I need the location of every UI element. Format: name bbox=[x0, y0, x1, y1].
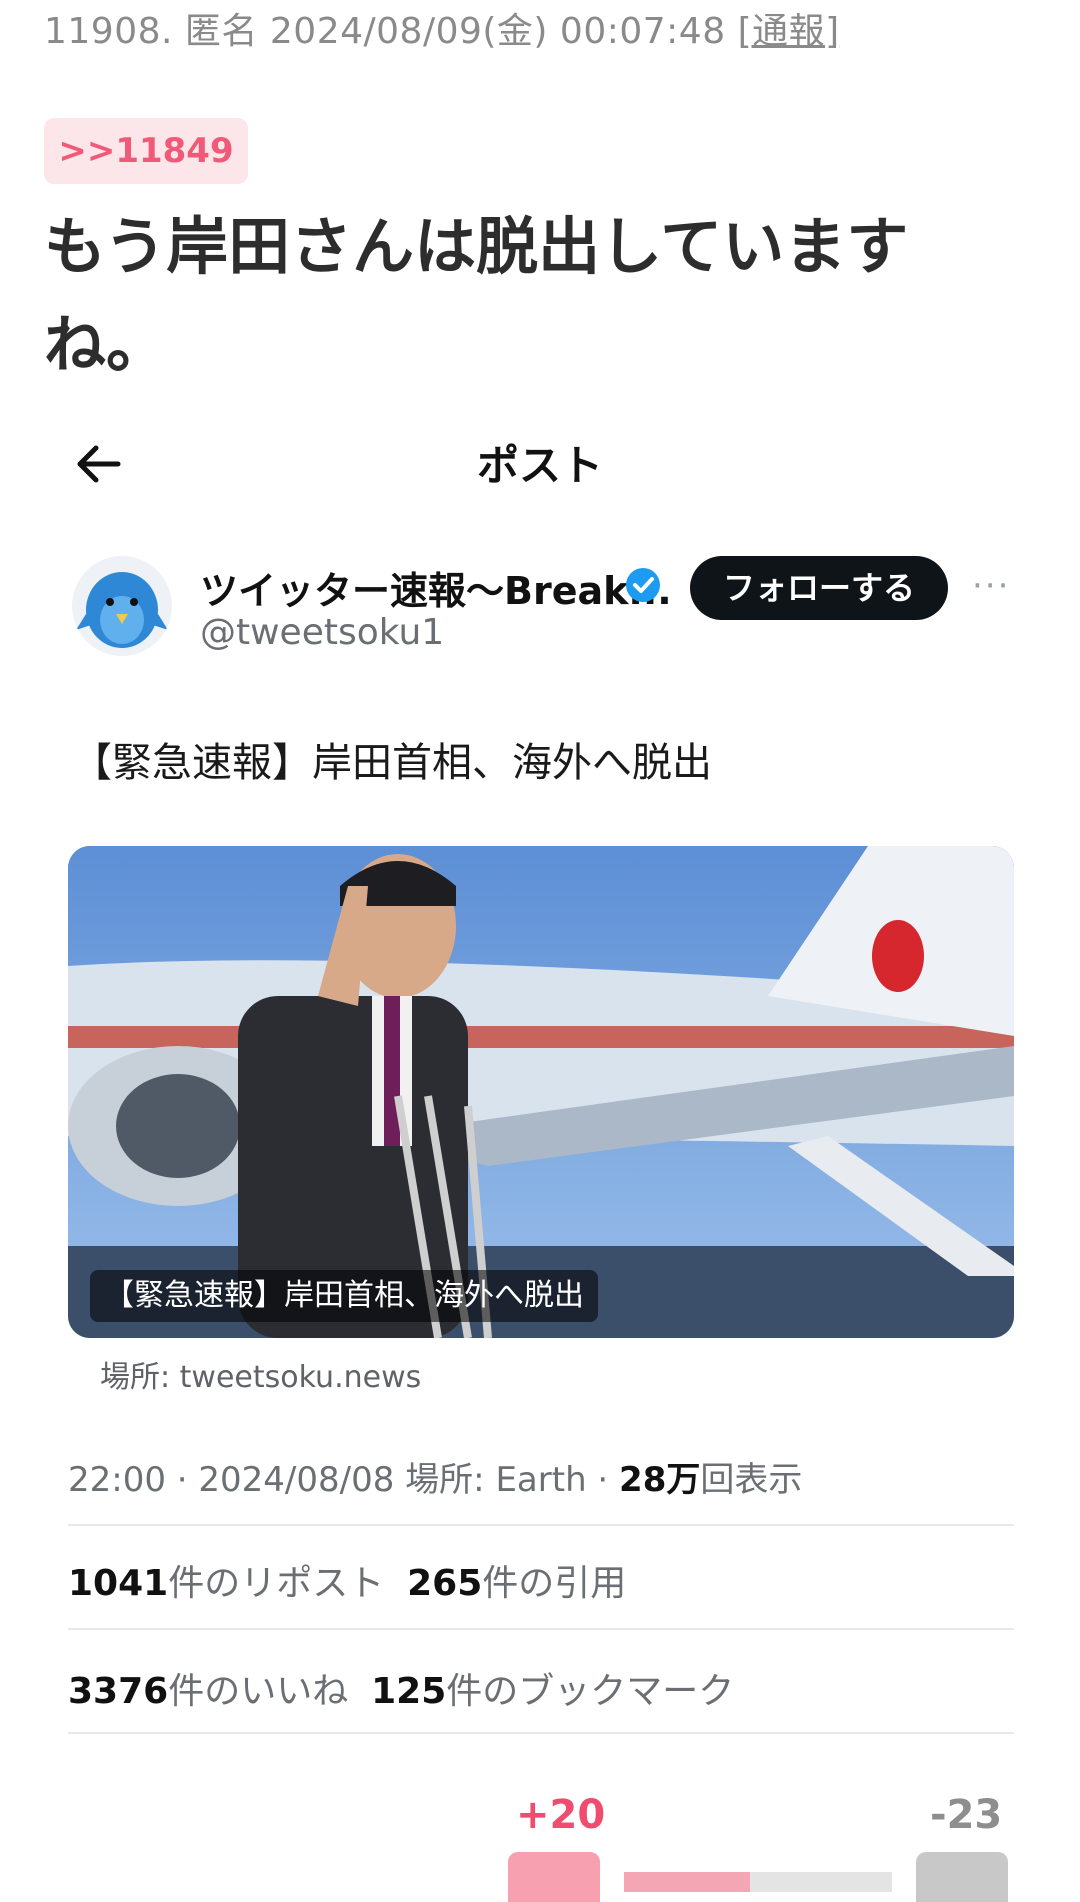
media-caption: 【緊急速報】岸田首相、海外へ脱出 bbox=[90, 1270, 598, 1322]
likes-count: 3376 bbox=[68, 1671, 169, 1712]
comment-author: 匿名 bbox=[184, 11, 258, 52]
minus-vote-count: -23 bbox=[930, 1792, 1003, 1838]
minus-vote-button[interactable] bbox=[916, 1852, 1008, 1902]
vote-ratio-bar bbox=[624, 1872, 892, 1892]
reposts-label: 件のリポスト bbox=[168, 1563, 385, 1604]
tweet-media-image: 【緊急速報】岸田首相、海外へ脱出 bbox=[68, 846, 1014, 1338]
follow-button[interactable]: フォローする bbox=[690, 556, 948, 620]
views-label: 回表示 bbox=[700, 1460, 803, 1500]
reply-anchor-link[interactable]: >>11849 bbox=[44, 118, 248, 184]
plus-vote-button[interactable] bbox=[508, 1852, 600, 1902]
vote-ratio-fill bbox=[624, 1872, 750, 1892]
media-source: 場所: tweetsoku.news bbox=[100, 1360, 422, 1395]
post-timestamp-views: 22:00 · 2024/08/08 場所: Earth · 28万回表示 bbox=[68, 1452, 802, 1501]
report-link[interactable]: [通報] bbox=[738, 11, 840, 52]
likes-label: 件のいいね bbox=[168, 1671, 349, 1712]
verified-badge-icon bbox=[626, 568, 660, 602]
comment-number: 11908. bbox=[44, 11, 173, 52]
comment-datetime: 2024/08/09(金) 00:07:48 bbox=[269, 11, 726, 52]
post-timestamp: 22:00 · 2024/08/08 場所: Earth · bbox=[68, 1460, 620, 1500]
quotes-count: 265 bbox=[407, 1563, 483, 1604]
bookmarks-count: 125 bbox=[371, 1671, 447, 1712]
like-bookmark-stats: 3376件のいいね 125件のブックマーク bbox=[68, 1662, 734, 1714]
reposts-count: 1041 bbox=[68, 1563, 169, 1604]
post-header-title: ポスト bbox=[476, 441, 603, 490]
account-handle: @tweetsoku1 bbox=[200, 612, 445, 653]
airport-photo-image bbox=[68, 846, 1014, 1338]
bookmarks-label: 件のブックマーク bbox=[446, 1671, 735, 1712]
views-count: 28万 bbox=[619, 1460, 701, 1500]
plus-vote-count: +20 bbox=[516, 1792, 606, 1838]
comment-meta: 11908. 匿名 2024/08/09(金) 00:07:48 [通報] bbox=[44, 2, 840, 54]
quotes-label: 件の引用 bbox=[482, 1563, 627, 1604]
more-options-icon: ··· bbox=[972, 566, 1011, 606]
divider bbox=[68, 1628, 1014, 1630]
repost-quote-stats: 1041件のリポスト 265件の引用 bbox=[68, 1554, 626, 1606]
avatar bbox=[72, 556, 172, 656]
divider bbox=[68, 1524, 1014, 1526]
account-name: ツイッター速報〜Break... bbox=[200, 569, 672, 613]
bird-avatar-icon bbox=[76, 572, 168, 648]
comment-body: もう岸田さんは脱出していますね。 bbox=[44, 210, 909, 381]
tweet-text: 【緊急速報】岸田首相、海外へ脱出 bbox=[72, 740, 712, 786]
divider bbox=[68, 1732, 1014, 1734]
